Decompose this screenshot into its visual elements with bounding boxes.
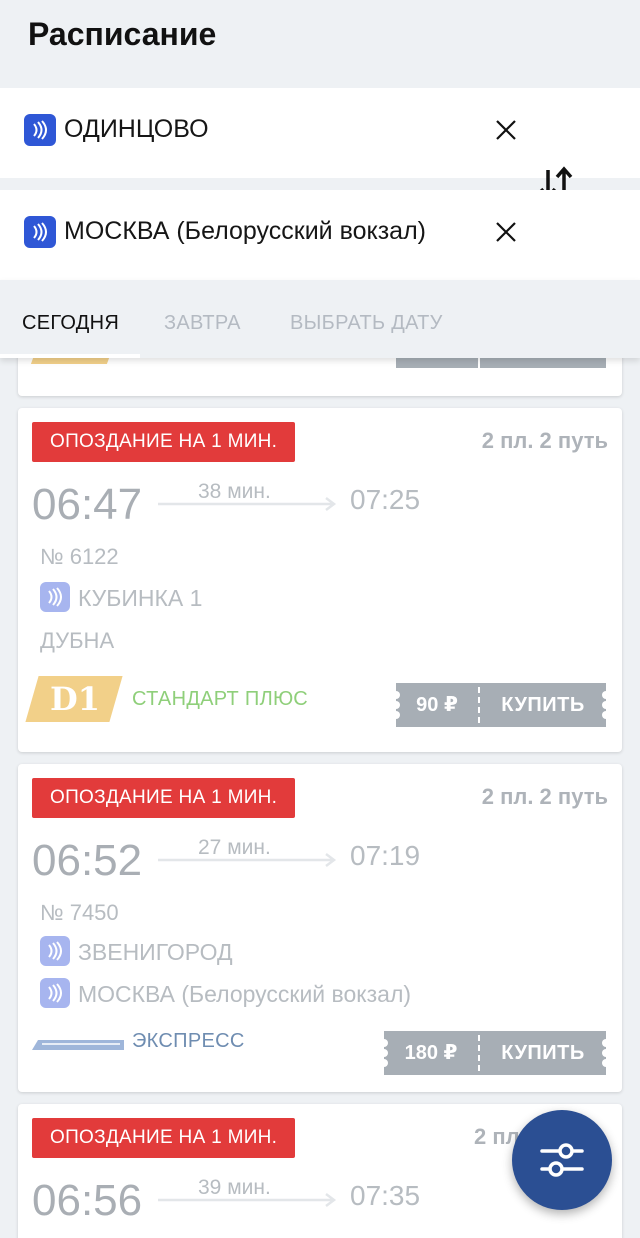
train-station-icon (24, 216, 56, 248)
tab-tomorrow[interactable]: ЗАВТРА (164, 312, 241, 335)
destination-station: ДУБНА (40, 628, 115, 653)
platform-info: 2 пл. 2 путь (481, 784, 608, 809)
train-type-label: ЭКСПРЕСС (132, 1030, 245, 1052)
arrival-time: 07:35 (350, 1180, 421, 1211)
tab-today[interactable]: СЕГОДНЯ (22, 312, 119, 335)
train-station-icon (24, 114, 56, 146)
delay-badge: ОПОЗДАНИЕ НА 1 МИН. (32, 422, 296, 462)
tab-choose-date[interactable]: ВЫБРАТЬ ДАТУ (290, 312, 443, 335)
train-station-icon (40, 582, 70, 612)
express-train-icon (32, 1040, 124, 1050)
train-station-icon (40, 978, 70, 1008)
buy-label: КУПИТЬ (501, 694, 585, 716)
departure-time: 06:56 (32, 1176, 143, 1225)
platform-info: 2 пл. 2 путь (481, 428, 608, 453)
arrival-time: 07:19 (350, 840, 421, 871)
to-station-field[interactable]: МОСКВА (Белорусский вокзал) (0, 190, 640, 280)
departure-time: 06:52 (32, 836, 143, 885)
page-title: Расписание (28, 16, 217, 52)
arrival-time: 07:25 (350, 484, 421, 515)
origin-station: ЗВЕНИГОРОД (78, 939, 233, 965)
close-icon (496, 222, 516, 242)
date-tabs: СЕГОДНЯ ЗАВТРА ВЫБРАТЬ ДАТУ (0, 280, 640, 358)
train-type-label: СТАНДАРТ ПЛЮС (132, 688, 309, 710)
d1-line-badge: D1 (25, 676, 123, 722)
ticket-price: 180 ₽ (404, 1042, 458, 1064)
d1-badge-label: D1 (50, 680, 101, 718)
departure-time: 06:47 (32, 480, 143, 529)
arrow-right-icon (158, 497, 337, 511)
from-station-name: ОДИНЦОВО (64, 115, 209, 143)
buy-ticket-button[interactable]: 90 ₽ КУПИТЬ (392, 683, 610, 727)
arrow-right-icon (158, 1193, 337, 1207)
ticket-price: 90 ₽ (416, 694, 458, 716)
train-card[interactable]: ОПОЗДАНИЕ НА 1 МИН. 2 пл. 2 путь 06:52 2… (18, 764, 622, 1092)
arrow-right-icon (158, 853, 337, 867)
delay-badge: ОПОЗДАНИЕ НА 1 МИН. (32, 1118, 296, 1158)
train-number: № 7450 (40, 900, 119, 925)
top-bar: Расписание (0, 0, 640, 88)
train-number: № 6122 (40, 544, 119, 569)
clear-from-button[interactable] (488, 112, 524, 148)
buy-ticket-button[interactable]: 180 ₽ КУПИТЬ (380, 1031, 610, 1075)
clear-to-button[interactable] (488, 214, 524, 250)
train-list[interactable]: ОПОЗДАНИЕ НА 1 МИН. 2 пл. 2 путь 06:47 3… (0, 358, 640, 1238)
train-card[interactable]: ОПОЗДАНИЕ НА 1 МИН. 2 пл. 2 путь 06:47 3… (18, 408, 622, 752)
origin-station: КУБИНКА 1 (78, 585, 203, 611)
delay-badge: ОПОЗДАНИЕ НА 1 МИН. (32, 778, 296, 818)
filter-button[interactable] (512, 1110, 612, 1210)
train-card[interactable] (18, 358, 622, 396)
buy-label: КУПИТЬ (501, 1042, 585, 1064)
filter-sliders-icon (540, 1143, 584, 1177)
ticket-button[interactable] (396, 358, 606, 368)
to-station-name: МОСКВА (Белорусский вокзал) (64, 217, 426, 245)
destination-station: МОСКВА (Белорусский вокзал) (78, 981, 412, 1007)
active-tab-indicator (0, 354, 140, 358)
close-icon (496, 120, 516, 140)
train-type-badge (30, 358, 110, 364)
train-station-icon (40, 936, 70, 966)
